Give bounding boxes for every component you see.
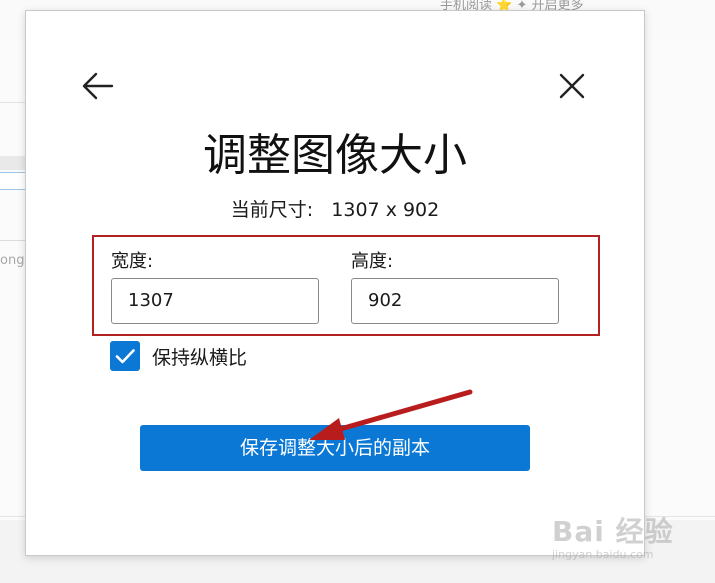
save-resized-copy-button[interactable]: 保存调整大小后的副本 xyxy=(140,425,530,471)
height-label: 高度: xyxy=(351,251,394,272)
keep-aspect-ratio-checkbox[interactable] xyxy=(110,341,140,371)
watermark: Bai 经验 jingyan.baidu.com xyxy=(552,510,702,570)
current-size: 当前尺寸: 1307 x 902 xyxy=(26,195,644,222)
width-label: 宽度: xyxy=(111,251,154,272)
close-icon xyxy=(559,73,585,99)
dialog-title: 调整图像大小 xyxy=(203,130,467,181)
keep-aspect-ratio-label[interactable]: 保持纵横比 xyxy=(152,343,247,370)
watermark-logo-text: Bai 经验 xyxy=(552,515,674,548)
back-arrow-icon xyxy=(82,72,114,100)
current-size-label: 当前尺寸: xyxy=(230,199,314,221)
watermark-url: jingyan.baidu.com xyxy=(552,548,654,561)
background-side-text: ong xyxy=(0,253,25,268)
checkmark-icon xyxy=(115,349,135,364)
current-size-value: 1307 x 902 xyxy=(331,199,440,221)
height-input[interactable]: 902 xyxy=(351,278,559,324)
back-button[interactable] xyxy=(78,66,118,106)
resize-image-dialog: 调整图像大小 当前尺寸: 1307 x 902 宽度: 高度: 1307 902… xyxy=(25,10,645,556)
close-button[interactable] xyxy=(552,66,592,106)
width-input[interactable]: 1307 xyxy=(111,278,319,324)
